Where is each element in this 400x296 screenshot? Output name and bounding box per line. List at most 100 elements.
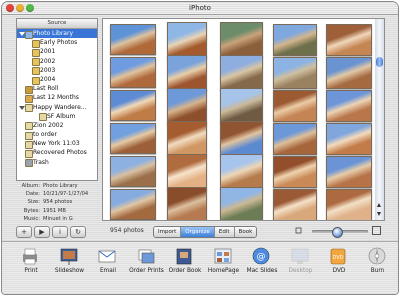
source-item[interactable]: Recovered Photos: [17, 148, 97, 159]
photo-grid[interactable]: [102, 18, 376, 221]
photo-thumbnail[interactable]: [110, 189, 156, 220]
source-item-label: 2003: [40, 66, 56, 74]
photo-thumbnail[interactable]: [326, 89, 372, 122]
info-row: Bytes: 1951 MB: [16, 207, 98, 215]
dvd-icon: DVD: [327, 246, 349, 266]
photo-thumbnail[interactable]: [273, 188, 317, 220]
source-item-label: New York 11:03: [33, 140, 80, 148]
info-key: Music:: [23, 215, 40, 222]
photo-thumbnail[interactable]: [273, 56, 317, 89]
photo-thumbnail[interactable]: [219, 22, 263, 57]
info-row: Music: Minuet in G: [16, 215, 98, 223]
play-slideshow-button[interactable]: ▶: [34, 226, 50, 238]
mode-import-button[interactable]: Import: [154, 227, 182, 237]
info-button[interactable]: i: [52, 226, 68, 238]
info-key: Album:: [21, 183, 40, 189]
photo-thumbnail[interactable]: [326, 56, 372, 89]
source-item[interactable]: 2004: [17, 75, 97, 85]
scroll-down-arrow-icon[interactable]: [377, 212, 381, 216]
info-value: 954 photos: [43, 199, 73, 206]
photo-thumbnail[interactable]: [273, 23, 317, 56]
photo-thumbnail[interactable]: [110, 123, 156, 154]
photo-thumbnail[interactable]: [273, 122, 317, 155]
burn-icon: [366, 246, 388, 266]
source-item-label: Zion 2002: [33, 121, 64, 129]
source-item[interactable]: Happy Wandere...: [17, 103, 97, 113]
scrollbar-thumb[interactable]: [376, 57, 383, 67]
source-item[interactable]: Last 12 Months: [17, 93, 97, 103]
scroll-up-arrow-icon[interactable]: [377, 203, 381, 207]
mode-organize-button[interactable]: Organize: [181, 227, 215, 237]
zoom-slider-knob[interactable]: [332, 227, 344, 238]
photo-thumbnail[interactable]: [110, 24, 156, 55]
order-book-icon: [173, 246, 195, 266]
title-bar[interactable]: iPhoto: [2, 2, 398, 15]
info-key: Size:: [27, 199, 40, 206]
photo-thumbnail[interactable]: [219, 55, 263, 90]
photo-thumbnail[interactable]: [167, 120, 207, 157]
source-item[interactable]: New York 11:03: [17, 139, 97, 149]
source-item[interactable]: Zion 2002: [17, 121, 97, 131]
source-header: Source: [17, 19, 97, 29]
source-item[interactable]: to order: [17, 130, 97, 140]
source-item-label: Happy Wandere...: [33, 103, 87, 111]
burn-button[interactable]: Burn: [357, 244, 399, 292]
photo-thumbnail[interactable]: [273, 155, 317, 188]
printer-icon: [19, 246, 41, 266]
photo-thumbnail[interactable]: [219, 121, 263, 156]
photo-thumbnail[interactable]: [110, 90, 156, 121]
large-thumbnail-icon[interactable]: [372, 226, 381, 235]
info-row: Size: 954 photos: [16, 198, 98, 206]
source-item-label: 2004: [40, 75, 56, 83]
source-item[interactable]: 2002: [17, 57, 97, 67]
source-item[interactable]: Trash: [17, 158, 97, 168]
photo-grid-scrollbar[interactable]: [375, 18, 385, 221]
info-value: 1951 MB: [43, 207, 66, 214]
source-item-label: to order: [33, 131, 57, 139]
photo-thumbnail[interactable]: [326, 23, 372, 56]
homepage-icon: [212, 246, 234, 266]
source-item[interactable]: SF Album: [17, 112, 97, 122]
source-item-label: Photo Library: [33, 30, 74, 37]
photo-thumbnail[interactable]: [326, 122, 372, 155]
source-item[interactable]: Early Photos: [17, 38, 97, 48]
mode-selector[interactable]: Import Organize Edit Book: [153, 226, 258, 238]
photo-thumbnail[interactable]: [167, 21, 207, 58]
photo-thumbnail[interactable]: [220, 220, 263, 221]
photo-thumbnail[interactable]: [219, 154, 263, 189]
toolbar-label: Burn: [370, 268, 385, 274]
add-album-button[interactable]: +: [16, 226, 32, 238]
photo-thumbnail[interactable]: [273, 89, 317, 122]
photo-thumbnail[interactable]: [167, 186, 207, 220]
source-item-label: Recovered Photos: [33, 149, 87, 157]
photo-thumbnail[interactable]: [326, 188, 372, 220]
svg-text:DVD: DVD: [332, 255, 343, 261]
photo-thumbnail[interactable]: [110, 57, 156, 88]
photo-thumbnail[interactable]: [110, 156, 156, 187]
info-value: Photo Library: [43, 183, 78, 189]
photo-thumbnail[interactable]: [167, 153, 207, 190]
source-item[interactable]: Photo Library: [17, 29, 97, 39]
email-icon: [96, 246, 118, 266]
source-item[interactable]: Last Roll: [17, 84, 97, 94]
photo-thumbnail[interactable]: [326, 155, 372, 188]
photo-count: 954 photos: [110, 227, 144, 234]
window-title: iPhoto: [189, 4, 211, 12]
album-info: Album: Photo Library Date: 10/21/97-1/27/04…: [16, 182, 98, 223]
mode-book-button[interactable]: Book: [234, 227, 257, 237]
rotate-button[interactable]: ↻: [70, 226, 86, 238]
small-thumbnail-icon[interactable]: [295, 227, 302, 234]
photo-thumbnail[interactable]: [167, 219, 207, 220]
photo-thumbnail[interactable]: [219, 187, 263, 220]
photo-thumbnail[interactable]: [167, 87, 207, 124]
desktop-icon: [289, 246, 311, 266]
source-list[interactable]: Source Photo Library Early Photos 2001 2002…: [16, 18, 98, 181]
mode-edit-button[interactable]: Edit: [214, 227, 235, 237]
source-item-label: Last 12 Months: [33, 94, 79, 102]
source-item[interactable]: 2001: [17, 47, 97, 57]
info-value: Minuet in G: [43, 215, 73, 222]
slideshow-icon: [58, 246, 80, 266]
photo-thumbnail[interactable]: [219, 88, 263, 123]
source-item[interactable]: 2003: [17, 66, 97, 76]
photo-thumbnail[interactable]: [167, 54, 207, 91]
